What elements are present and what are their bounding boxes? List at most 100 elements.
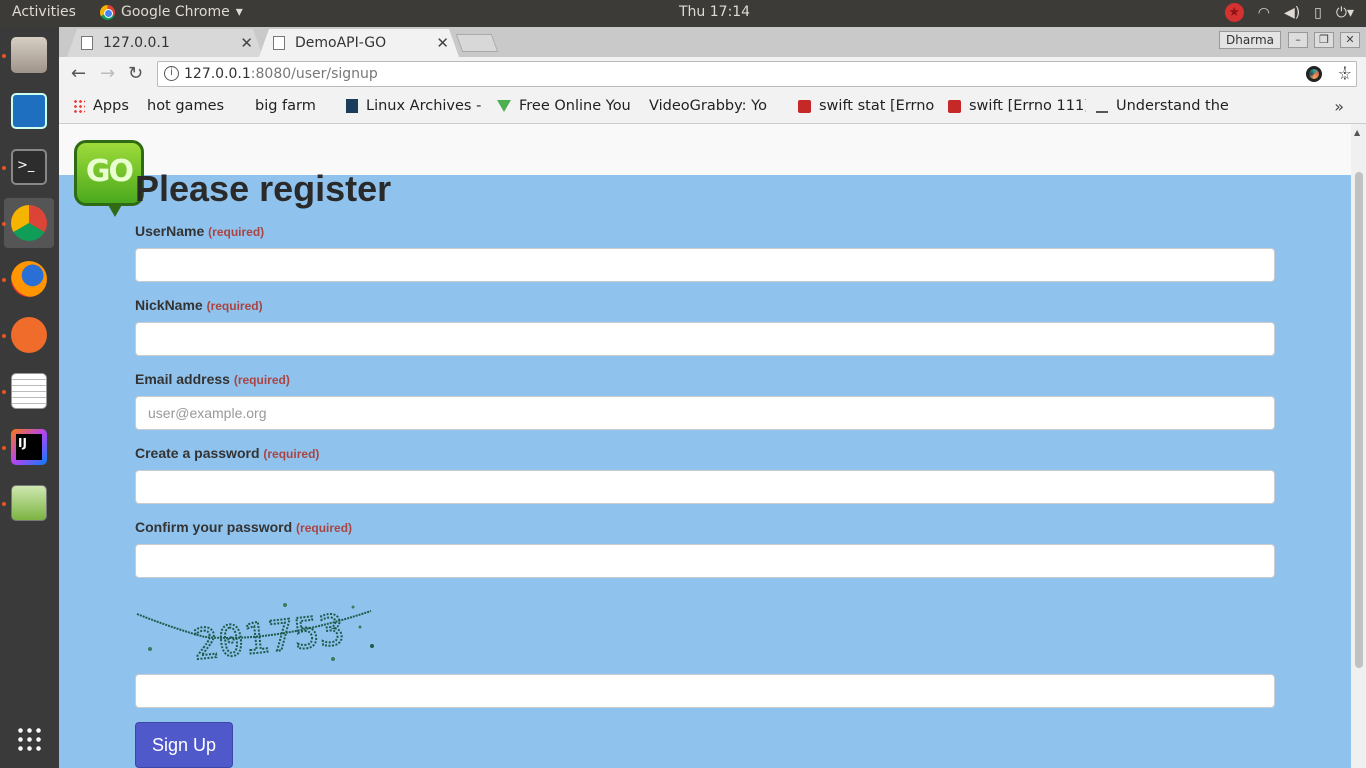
url-path: :8080/user/signup xyxy=(250,66,378,82)
nickname-label: NickName (required) xyxy=(135,297,263,313)
captcha-text: 201753 xyxy=(191,605,347,667)
apps-grid-icon xyxy=(73,99,85,113)
terminal-icon: >_ xyxy=(11,149,47,185)
captcha-noise-dot xyxy=(283,603,287,607)
site-info-icon[interactable]: i xyxy=(164,66,179,81)
bookmark-swift-errno[interactable]: swift [Errno 111] xyxy=(948,98,1086,114)
required-marker: (required) xyxy=(208,225,265,239)
page-icon xyxy=(273,36,285,50)
bookmark-label: Understand the xyxy=(1116,98,1229,114)
bookmark-videograbby[interactable]: VideoGrabby: Yo xyxy=(649,98,784,114)
bookmark-label: VideoGrabby: Yo xyxy=(649,98,767,114)
captcha-noise-dot xyxy=(331,657,335,661)
bookmark-label: hot games xyxy=(147,98,225,114)
close-tab-icon[interactable]: ✕ xyxy=(436,34,449,52)
label-text: Create a password xyxy=(135,445,260,461)
close-tab-icon[interactable]: ✕ xyxy=(240,34,253,52)
postman-launcher[interactable] xyxy=(4,310,54,360)
more-bookmarks-icon[interactable]: » xyxy=(1334,97,1344,116)
chrome-icon xyxy=(100,4,115,20)
menu-kebab-icon[interactable]: ⋮ xyxy=(1337,63,1353,82)
system-monitor-launcher[interactable] xyxy=(4,86,54,136)
go-logo: GO xyxy=(74,140,144,217)
scroll-up-icon[interactable]: ▲ xyxy=(1354,128,1360,137)
running-indicator xyxy=(2,390,6,394)
bookmark-linux-archives[interactable]: Linux Archives - xyxy=(346,98,481,114)
required-marker: (required) xyxy=(206,299,263,313)
tab-localhost[interactable]: 127.0.0.1 ✕ xyxy=(67,29,263,57)
captcha-noise-dot xyxy=(148,647,152,651)
intellij-launcher[interactable]: IJ xyxy=(4,422,54,472)
profile-button[interactable]: Dharma xyxy=(1219,31,1281,49)
extension-icon[interactable] xyxy=(1306,66,1322,82)
running-indicator xyxy=(2,54,6,58)
label-text: Confirm your password xyxy=(135,519,293,535)
page-scrollbar[interactable]: ▲ xyxy=(1351,124,1366,768)
bookmark-swift-stat[interactable]: swift stat [Errno xyxy=(798,98,934,114)
tab-title: 127.0.0.1 xyxy=(103,35,170,51)
address-bar[interactable]: i 127.0.0.1 :8080/user/signup ☆ xyxy=(157,61,1357,87)
activities-button[interactable]: Activities xyxy=(12,4,76,20)
confirm-password-input[interactable] xyxy=(135,544,1275,578)
indicator-star-icon[interactable]: ★ xyxy=(1224,3,1244,22)
app-menu[interactable]: Google Chrome ▾ xyxy=(100,4,243,20)
running-indicator xyxy=(2,334,6,338)
bookmark-label: big farm xyxy=(255,98,316,114)
forward-arrow-icon[interactable]: → xyxy=(100,63,115,84)
files-launcher[interactable] xyxy=(4,30,54,80)
terminal-launcher[interactable]: >_ xyxy=(4,142,54,192)
wifi-icon[interactable]: ◠ xyxy=(1258,5,1270,21)
bookmark-understand[interactable]: Understand the xyxy=(1096,98,1234,114)
volume-icon[interactable]: ◀) xyxy=(1284,5,1300,21)
username-input[interactable] xyxy=(135,248,1275,282)
captcha-image: 201753 xyxy=(136,603,374,667)
show-applications-button[interactable] xyxy=(4,714,54,764)
firefox-launcher[interactable] xyxy=(4,254,54,304)
app-grid-icon xyxy=(16,726,42,752)
bookmark-label: Free Online You xyxy=(519,98,631,114)
nickname-input[interactable] xyxy=(135,322,1275,356)
captcha-input[interactable] xyxy=(135,674,1275,708)
scrollbar-thumb[interactable] xyxy=(1355,172,1363,668)
chrome-launcher[interactable] xyxy=(4,198,54,248)
bookmark-apps[interactable]: Apps xyxy=(73,98,129,114)
chrome-icon xyxy=(11,205,47,241)
page-title: Please register xyxy=(135,168,392,209)
bookmark-label: swift [Errno 111] xyxy=(969,98,1086,114)
browser-window: 127.0.0.1 ✕ DemoAPI-GO ✕ Dharma – ❐ ✕ ← … xyxy=(59,27,1366,768)
image-viewer-icon xyxy=(11,485,47,521)
bookmark-big-farm[interactable]: big farm xyxy=(255,98,316,114)
tab-demoapi-go[interactable]: DemoAPI-GO ✕ xyxy=(259,29,459,57)
power-menu-icon[interactable]: ⏻▾ xyxy=(1336,5,1354,21)
label-text: NickName xyxy=(135,297,203,313)
new-tab-button[interactable] xyxy=(455,34,499,52)
username-label: UserName (required) xyxy=(135,223,264,239)
battery-icon[interactable]: ▯ xyxy=(1314,5,1322,21)
page-icon xyxy=(81,36,93,50)
clock[interactable]: Thu 17:14 xyxy=(679,4,750,20)
page-content: GO Please register UserName (required) N… xyxy=(59,124,1351,768)
postman-icon xyxy=(11,317,47,353)
system-tray: ★ ◠ ◀) ▯ ⏻▾ xyxy=(1224,3,1354,22)
close-window-icon[interactable]: ✕ xyxy=(1340,32,1360,48)
email-input[interactable] xyxy=(135,396,1275,430)
url-host: 127.0.0.1 xyxy=(184,66,251,82)
captcha-noise-dot xyxy=(351,605,355,609)
system-monitor-icon xyxy=(11,93,47,129)
reload-icon[interactable]: ↻ xyxy=(128,63,143,84)
maximize-icon[interactable]: ❐ xyxy=(1314,32,1334,48)
sign-up-button[interactable]: Sign Up xyxy=(135,722,233,768)
running-indicator xyxy=(2,222,6,226)
back-arrow-icon[interactable]: ← xyxy=(71,63,86,84)
text-editor-launcher[interactable] xyxy=(4,366,54,416)
image-viewer-launcher[interactable] xyxy=(4,478,54,528)
minimize-icon[interactable]: – xyxy=(1288,32,1308,48)
bookmark-hot-games[interactable]: hot games xyxy=(147,98,224,114)
red-site-icon xyxy=(948,99,961,113)
text-editor-icon xyxy=(11,373,47,409)
required-marker: (required) xyxy=(296,521,353,535)
running-indicator xyxy=(2,166,6,170)
password-input[interactable] xyxy=(135,470,1275,504)
bookmark-free-online[interactable]: Free Online You xyxy=(497,98,635,114)
label-text: UserName xyxy=(135,223,205,239)
